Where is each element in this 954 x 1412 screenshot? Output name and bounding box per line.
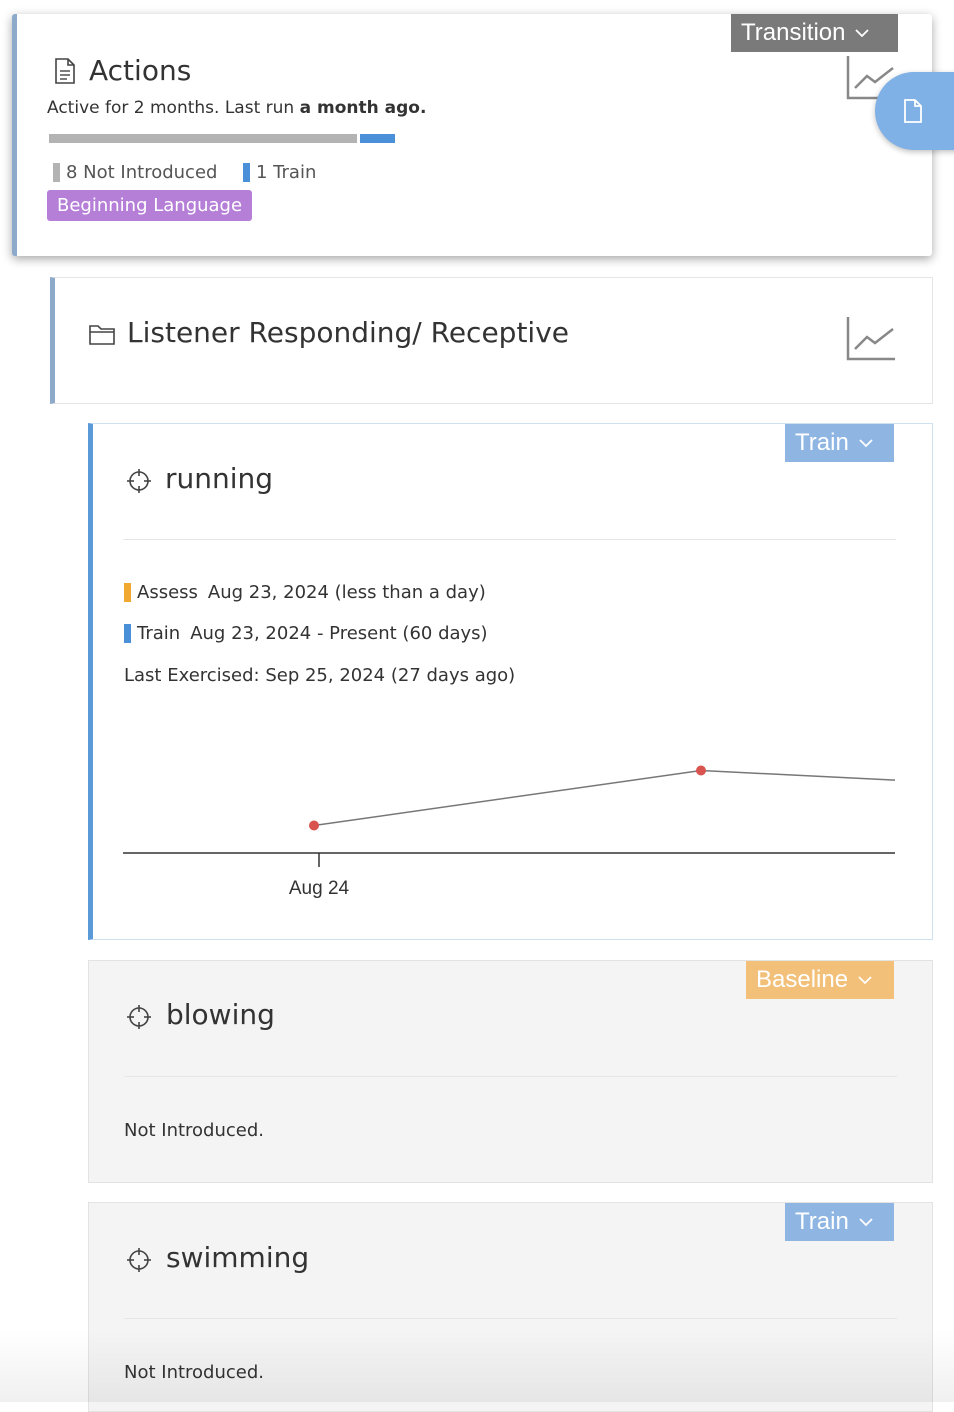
folder-title: Listener Responding/ Receptive [127,316,569,349]
progress-bar-train [360,134,395,143]
folder-card[interactable]: Listener Responding/ Receptive [50,277,933,404]
legend-train: 1 Train [243,162,316,183]
program-tag[interactable]: Beginning Language [47,190,253,221]
phase-swatch [124,583,131,602]
phase-train: Train Aug 23, 2024 - Present (60 days) [124,623,488,644]
folder-icon [89,325,115,345]
status-label: Baseline [756,966,849,993]
legend-not-introduced: 8 Not Introduced [53,162,217,183]
target-card-swimming[interactable]: Train swimming Not Introduced. [88,1202,933,1412]
program-subtitle: Active for 2 months. Last run a month ag… [47,98,427,118]
status-label: Transition [741,19,846,46]
chevron-down-icon [855,29,870,38]
program-title: Actions [89,54,192,87]
target-card-blowing[interactable]: Baseline blowing Not Introduced. [88,960,933,1183]
notes-button[interactable] [875,72,954,150]
progress-bar-not-introduced [49,134,357,143]
phase-swatch [124,624,131,643]
target-title: running [165,462,274,495]
divider [124,1076,897,1077]
phase-assess: Assess Aug 23, 2024 (less than a day) [124,582,486,603]
series-line [313,769,896,827]
divider [123,539,896,540]
chart-icon[interactable] [845,315,897,363]
target-icon [127,1005,151,1029]
target-title: swimming [166,1241,310,1274]
legend-swatch [243,163,250,182]
divider [124,1318,897,1319]
target-icon [127,469,151,493]
chevron-down-icon [859,1218,873,1227]
target-icon [127,1248,151,1272]
status-label: Train [795,429,849,456]
last-exercised: Last Exercised: Sep 25, 2024 (27 days ag… [124,665,516,686]
status-label: Train [795,1208,849,1235]
target-title: blowing [166,998,275,1031]
x-tick-label: Aug 24 [289,878,350,899]
target-card-running[interactable]: Train running Assess Aug 23, 2024 (less … [88,423,933,940]
chevron-down-icon [858,976,872,985]
file-icon [904,99,922,123]
chevron-down-icon [859,439,873,448]
status-dropdown[interactable]: Train [785,1203,894,1241]
status-dropdown[interactable]: Baseline [746,961,894,999]
document-icon [55,58,75,84]
progress-chart: Aug 24 [123,765,896,899]
legend-swatch [53,163,60,182]
status-dropdown[interactable]: Train [785,424,894,462]
target-note: Not Introduced. [124,1362,265,1383]
status-dropdown[interactable]: Transition [731,14,898,52]
data-point[interactable] [309,820,319,831]
target-note: Not Introduced. [124,1120,265,1141]
data-point[interactable] [696,765,706,776]
